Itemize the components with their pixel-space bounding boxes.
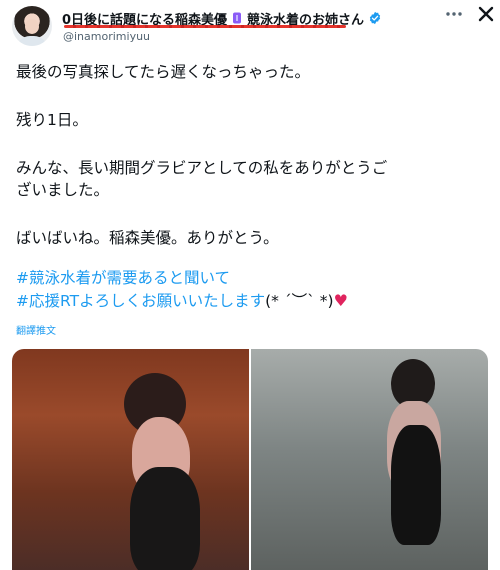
handdrawn-underline (64, 25, 346, 28)
more-icon[interactable] (445, 11, 463, 17)
tweet-photo-2[interactable] (251, 349, 488, 570)
hashtag-link[interactable]: #競泳水着が需要あると聞いて (16, 269, 230, 287)
bow-emoji-icon (233, 12, 242, 24)
hashtag-line-1: #競泳水着が需要あると聞いて (16, 268, 486, 288)
verified-icon (369, 11, 381, 25)
photo-figure-suit (391, 425, 441, 545)
tweet-card: 0日後に話題になる稲森美優 競泳水着のお姉さん @inamorimiyuu 最後… (0, 0, 500, 570)
tweet-line-4: ざいました。 (16, 181, 110, 199)
avatar-shirt (16, 36, 48, 46)
tweet-line-2: 残り1日。 (16, 111, 88, 129)
photo-figure-suit (130, 467, 200, 570)
user-handle[interactable]: @inamorimiyuu (63, 30, 150, 43)
avatar[interactable] (12, 6, 52, 46)
tweet-line-5: ばいばいね。稲森美優。ありがとう。 (16, 229, 279, 247)
x-logo-icon (478, 6, 494, 22)
hashtag-link[interactable]: #応援RTよろしくお願いいたします (16, 292, 265, 310)
tweet-line-1: 最後の写真探してたら遅くなっちゃった。 (16, 63, 311, 81)
translate-tweet-link[interactable]: 翻譯推文 (16, 322, 56, 337)
kaomoji: (* ´︶` *) (265, 292, 334, 310)
tweet-line-3: みんな、長い期間グラビアとしての私をありがとうご (16, 159, 388, 177)
tweet-photo-1[interactable] (12, 349, 249, 570)
avatar-face (25, 19, 39, 34)
hashtag-line-2: #応援RTよろしくお願いいたします(* ´︶` *)♥ (16, 291, 486, 311)
heart-emoji-icon: ♥ (333, 291, 348, 310)
tweet-media-grid[interactable] (12, 349, 488, 570)
